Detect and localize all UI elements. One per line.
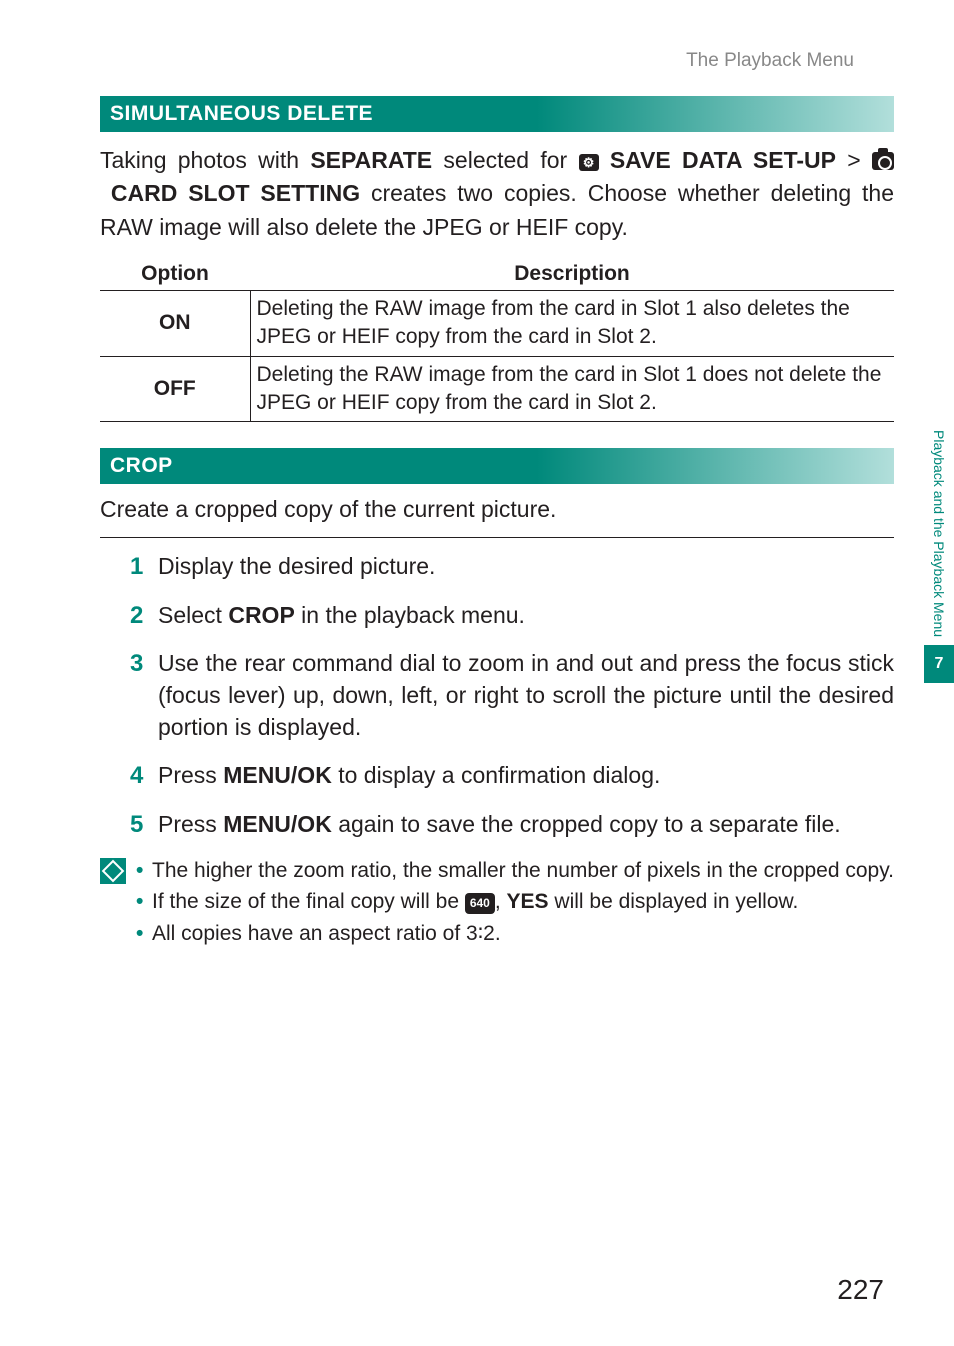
bold-save-data: SAVE DATA SET-UP bbox=[610, 147, 836, 173]
text: again to save the cropped copy to a sepa… bbox=[332, 811, 841, 837]
step-4: 4 Press MENU/OK to display a confirmation… bbox=[130, 759, 894, 791]
text: , bbox=[495, 890, 507, 913]
step-3: 3 Use the rear command dial to zoom in an… bbox=[130, 647, 894, 744]
step-number: 2 bbox=[130, 599, 143, 633]
text: Select bbox=[158, 602, 228, 628]
text: to display a confirmation dialog. bbox=[332, 762, 661, 788]
text: If the size of the final copy will be bbox=[152, 890, 465, 913]
table-row: ON Deleting the RAW image from the card … bbox=[100, 291, 894, 357]
step-number: 1 bbox=[130, 550, 143, 584]
section-heading-crop: CROP bbox=[100, 448, 894, 484]
text: > bbox=[836, 147, 872, 173]
text: will be displayed in yellow. bbox=[549, 890, 799, 913]
side-tab-label: Playback and the Playback Menu bbox=[931, 430, 947, 645]
note-block: The higher the zoom ratio, the smaller t… bbox=[100, 856, 894, 950]
section-heading-simultaneous-delete: SIMULTANEOUS DELETE bbox=[100, 96, 894, 132]
side-tab-chapter: 7 bbox=[924, 645, 954, 683]
step-number: 3 bbox=[130, 647, 143, 681]
text: in the playback menu. bbox=[295, 602, 525, 628]
section1-body: Taking photos with SEPARATE selected for… bbox=[100, 144, 894, 244]
side-tab: Playback and the Playback Menu 7 bbox=[924, 430, 954, 683]
step-number: 4 bbox=[130, 759, 143, 793]
col-option: Option bbox=[100, 258, 250, 291]
text: selected for bbox=[432, 147, 578, 173]
note-icon bbox=[100, 858, 126, 884]
note-3: All copies have an aspect ratio of 3∶2. bbox=[136, 919, 894, 948]
bold-menu-ok: MENU/OK bbox=[223, 811, 332, 837]
note-1: The higher the zoom ratio, the smaller t… bbox=[136, 856, 894, 885]
desc-off: Deleting the RAW image from the card in … bbox=[250, 356, 894, 422]
divider bbox=[100, 537, 894, 538]
step-text: Display the desired picture. bbox=[158, 553, 435, 579]
camera-icon bbox=[872, 152, 894, 170]
opt-on: ON bbox=[100, 291, 250, 357]
col-description: Description bbox=[250, 258, 894, 291]
size-badge-icon: 640 bbox=[465, 893, 495, 914]
opt-off: OFF bbox=[100, 356, 250, 422]
bold-separate: SEPARATE bbox=[310, 147, 432, 173]
table-row: OFF Deleting the RAW image from the card… bbox=[100, 356, 894, 422]
step-1: 1 Display the desired picture. bbox=[130, 550, 894, 582]
wrench-icon: ⚙ bbox=[579, 154, 599, 171]
page-number: 227 bbox=[837, 1274, 884, 1306]
step-5: 5 Press MENU/OK again to save the cropped… bbox=[130, 808, 894, 840]
note-2: If the size of the final copy will be 64… bbox=[136, 887, 894, 916]
bold-menu-ok: MENU/OK bbox=[223, 762, 332, 788]
crop-intro: Create a cropped copy of the current pic… bbox=[100, 496, 894, 523]
breadcrumb-header: The Playback Menu bbox=[100, 50, 894, 72]
options-table: Option Description ON Deleting the RAW i… bbox=[100, 258, 894, 422]
text: Press bbox=[158, 811, 223, 837]
step-2: 2 Select CROP in the playback menu. bbox=[130, 599, 894, 631]
bold-card-slot: CARD SLOT SETTING bbox=[111, 180, 360, 206]
text: Press bbox=[158, 762, 223, 788]
step-number: 5 bbox=[130, 808, 143, 842]
bold-crop: CROP bbox=[228, 602, 294, 628]
crop-steps: 1 Display the desired picture. 2 Select CR… bbox=[100, 550, 894, 839]
text: Taking photos with bbox=[100, 147, 310, 173]
bold-yes: YES bbox=[507, 890, 549, 913]
step-text: Use the rear command dial to zoom in and… bbox=[158, 650, 894, 740]
desc-on: Deleting the RAW image from the card in … bbox=[250, 291, 894, 357]
